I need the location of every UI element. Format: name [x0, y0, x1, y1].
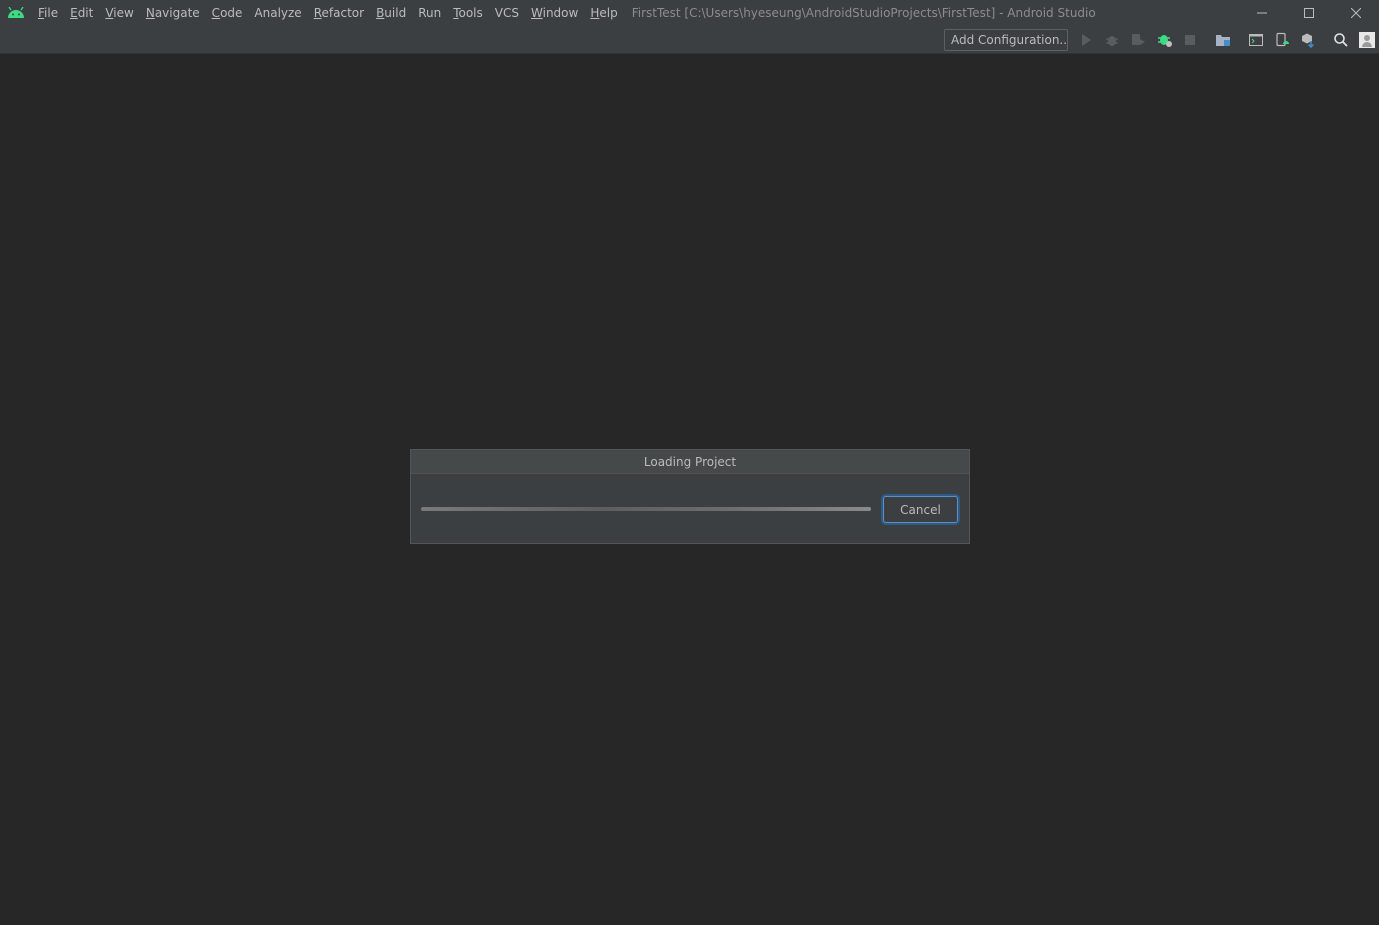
- window-title: FirstTest [C:\Users\hyeseung\AndroidStud…: [631, 6, 1096, 20]
- menu-mnemonic: N: [145, 6, 155, 20]
- menu-mnemonic: E: [70, 6, 78, 20]
- menu-label: ode: [220, 6, 243, 20]
- maximize-icon: [1303, 8, 1314, 18]
- menu-file[interactable]: File: [32, 0, 64, 26]
- menu-run[interactable]: Run: [412, 0, 447, 26]
- apply-changes-icon[interactable]: [1157, 32, 1173, 48]
- debug-icon[interactable]: [1104, 32, 1120, 48]
- menu-label: dit: [77, 6, 94, 20]
- add-configuration-button[interactable]: Add Configuration...: [944, 29, 1068, 51]
- menu-label: efactor: [321, 6, 365, 20]
- search-icon[interactable]: [1333, 32, 1349, 48]
- close-button[interactable]: [1332, 0, 1379, 26]
- menu-mnemonic: C: [211, 6, 221, 20]
- progress-bar: [421, 507, 871, 511]
- window-controls: [1238, 0, 1379, 26]
- menu-refactor[interactable]: Refactor: [308, 0, 370, 26]
- loading-project-dialog: Loading Project Cancel: [410, 449, 970, 544]
- user-icon[interactable]: [1359, 32, 1375, 48]
- menu-edit[interactable]: Edit: [64, 0, 99, 26]
- menu-code[interactable]: Code: [206, 0, 249, 26]
- menu-label: Analyze: [254, 6, 302, 20]
- project-structure-icon[interactable]: [1215, 32, 1231, 48]
- menu-label: ools: [458, 6, 483, 20]
- menu-view[interactable]: View: [99, 0, 139, 26]
- close-icon: [1350, 8, 1361, 18]
- dialog-title: Loading Project: [411, 450, 969, 474]
- device-manager-icon[interactable]: [1274, 32, 1290, 48]
- menu-label: uild: [384, 6, 407, 20]
- menu-build[interactable]: Build: [370, 0, 412, 26]
- menu-label: iew: [113, 6, 134, 20]
- minimize-icon: [1256, 12, 1267, 14]
- menu-tools[interactable]: Tools: [447, 0, 489, 26]
- attach-debugger-icon[interactable]: [1130, 32, 1146, 48]
- title-bar: File Edit View Navigate Code Analyze Ref…: [0, 0, 1379, 26]
- sdk-manager-icon[interactable]: [1300, 32, 1316, 48]
- maximize-button[interactable]: [1285, 0, 1332, 26]
- menu-bar: File Edit View Navigate Code Analyze Ref…: [32, 0, 624, 26]
- minimize-button[interactable]: [1238, 0, 1285, 26]
- menu-navigate[interactable]: Navigate: [140, 0, 206, 26]
- cancel-button[interactable]: Cancel: [883, 496, 958, 523]
- menu-label: Run: [418, 6, 442, 20]
- menu-label: indow: [542, 6, 579, 20]
- main-toolbar: Add Configuration...: [0, 26, 1379, 54]
- menu-vcs[interactable]: VCS: [489, 0, 525, 26]
- menu-label: avigate: [154, 6, 200, 20]
- menu-mnemonic: W: [531, 6, 543, 20]
- menu-window[interactable]: Window: [525, 0, 584, 26]
- terminal-icon[interactable]: [1248, 32, 1264, 48]
- progress-fill: [421, 507, 871, 511]
- menu-mnemonic: H: [590, 6, 600, 20]
- stop-icon[interactable]: [1182, 32, 1198, 48]
- menu-mnemonic: R: [313, 6, 322, 20]
- menu-analyze[interactable]: Analyze: [248, 0, 307, 26]
- menu-label: VCS: [494, 6, 519, 20]
- menu-help[interactable]: Help: [584, 0, 623, 26]
- run-icon[interactable]: [1078, 32, 1094, 48]
- android-icon[interactable]: [0, 0, 32, 26]
- menu-label: ile: [44, 6, 59, 20]
- menu-label: elp: [599, 6, 618, 20]
